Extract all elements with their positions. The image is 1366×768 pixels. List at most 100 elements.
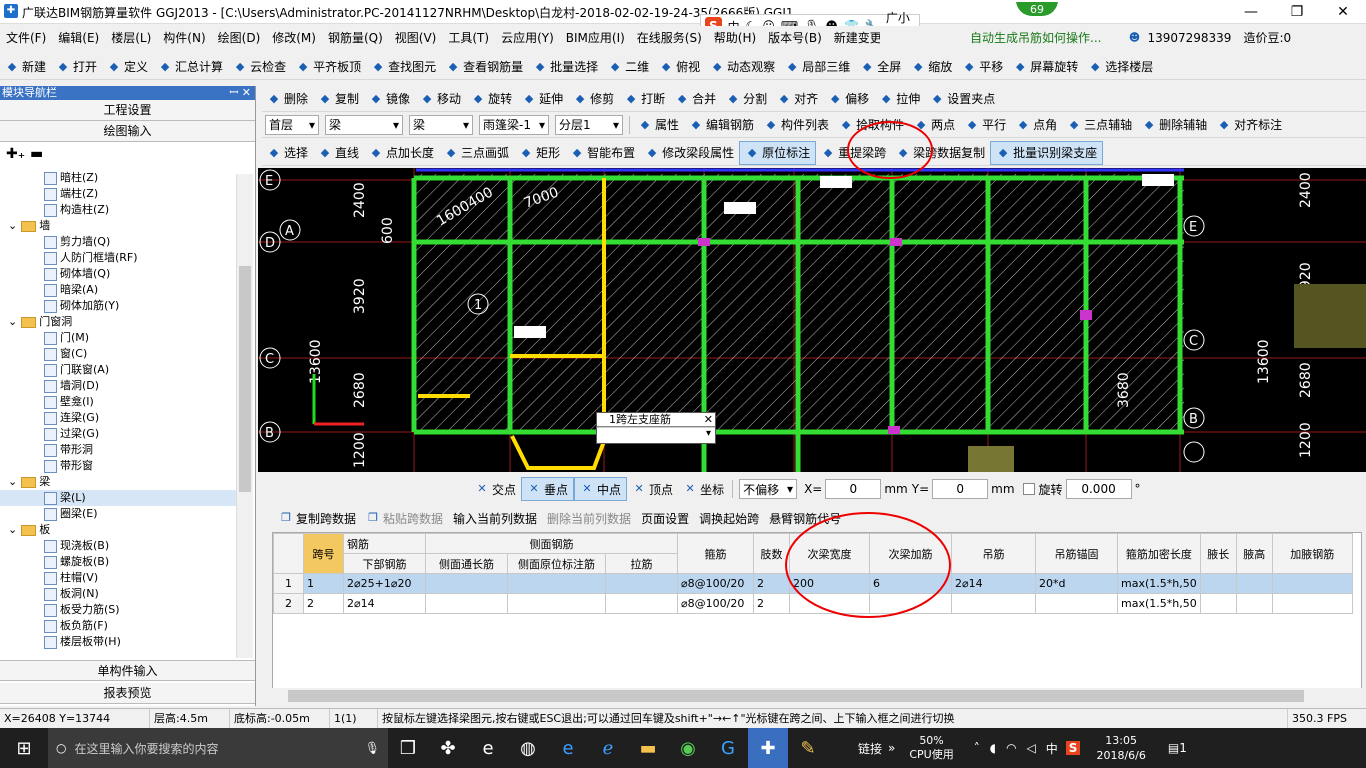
tree-item[interactable]: 螺旋板(B): [0, 554, 236, 570]
table-cell-add[interactable]: [869, 593, 952, 614]
menu-item[interactable]: 构件(N): [157, 26, 211, 50]
tree-folder[interactable]: ⌄ 梁: [0, 474, 236, 490]
tb-main-button-7[interactable]: ◆ 查看钢筋量: [441, 55, 528, 79]
g-app-icon[interactable]: G: [708, 728, 748, 768]
scroll-thumb[interactable]: [239, 266, 251, 492]
menu-beans[interactable]: 造价豆:0: [1237, 26, 1297, 50]
tb-edit-button-7[interactable]: ◆ 打断: [619, 87, 670, 111]
table-cell-add[interactable]: 6: [869, 573, 952, 594]
table-cell-bottom[interactable]: 2⌀14: [343, 593, 426, 614]
menu-item[interactable]: 新建变更: [828, 26, 880, 50]
tree-item[interactable]: 门联窗(A): [0, 362, 236, 378]
table-cell-span[interactable]: 2: [303, 593, 344, 614]
table-cell-yr[interactable]: [1271, 573, 1353, 594]
tb-main-button-12[interactable]: ◆ 局部三维: [780, 55, 855, 79]
tb-edit-button-5[interactable]: ◆ 延伸: [517, 87, 568, 111]
nav-drawing-input[interactable]: 绘图输入: [0, 121, 255, 142]
header-cell[interactable]: 腋高: [1235, 533, 1273, 574]
tb-edit-button-11[interactable]: ◆ 偏移: [823, 87, 874, 111]
tb-comp-button-6[interactable]: ◆ 点角: [1011, 113, 1062, 137]
header-cell[interactable]: 次梁加筋: [869, 533, 952, 574]
tb-draw-button-0[interactable]: ◆ 选择: [262, 141, 313, 165]
popup-input[interactable]: ▾: [597, 427, 715, 443]
table-cell-tie[interactable]: [605, 593, 678, 614]
menu-item[interactable]: 版本号(B): [762, 26, 828, 50]
maximize-button[interactable]: ❐: [1274, 0, 1320, 24]
ie-blue-icon[interactable]: ℯ: [588, 728, 628, 768]
table-cell-legs[interactable]: 2: [753, 573, 790, 594]
tb-main-button-11[interactable]: ◆ 动态观察: [705, 55, 780, 79]
bottom-button-4[interactable]: 页面设置: [636, 506, 694, 530]
clock[interactable]: 13:05 2018/6/6: [1096, 733, 1145, 763]
table-cell-s2[interactable]: [507, 593, 606, 614]
table-cell-anchor[interactable]: 20*d: [1035, 573, 1118, 594]
menu-item[interactable]: 文件(F): [0, 26, 52, 50]
chevron-up-icon[interactable]: ˄: [974, 741, 980, 755]
tree-folder[interactable]: ⌄ 板: [0, 522, 236, 538]
header-cell[interactable]: 肢数: [753, 533, 790, 574]
expand-collapse-icons[interactable]: ✚₊ ▬: [0, 142, 255, 168]
tb-main-button-2[interactable]: ◆ 定义: [102, 55, 153, 79]
tb-draw-button-10[interactable]: ◆ 批量识别梁支座: [990, 140, 1104, 165]
windows-start-icon[interactable]: ⊞: [0, 728, 48, 768]
tree-item[interactable]: 现浇板(B): [0, 538, 236, 554]
tree-item[interactable]: 带形洞: [0, 442, 236, 458]
sogou-tray-icon[interactable]: S: [1065, 741, 1081, 755]
tb-comp-button-5[interactable]: ◆ 平行: [960, 113, 1011, 137]
pin-icon[interactable]: ꟷ ✕: [229, 86, 255, 100]
table-cell-yl[interactable]: [1199, 573, 1237, 594]
header-cell[interactable]: 加腋钢筋: [1271, 533, 1353, 574]
table-cell-span[interactable]: 1: [303, 573, 344, 594]
bottom-button-3[interactable]: 删除当前列数据: [542, 506, 636, 530]
table-cell-w[interactable]: [789, 593, 870, 614]
snap-button-0[interactable]: ✕ 交点: [470, 477, 521, 501]
tb-edit-button-9[interactable]: ◆ 分割: [721, 87, 772, 111]
table-cell-w[interactable]: 200: [789, 573, 870, 594]
tb-main-button-8[interactable]: ◆ 批量选择: [528, 55, 603, 79]
tb-draw-button-8[interactable]: ◆ 重提梁跨: [816, 141, 891, 165]
folder-icon[interactable]: ▬: [628, 728, 668, 768]
notes-app-icon[interactable]: ✎: [788, 728, 828, 768]
tree-item[interactable]: 砌体墙(Q): [0, 266, 236, 282]
tb-edit-button-3[interactable]: ◆ 移动: [415, 87, 466, 111]
tree-item[interactable]: 门(M): [0, 330, 236, 346]
table-cell-bottom[interactable]: 2⌀25+1⌀20: [343, 573, 426, 594]
tree-item[interactable]: 端柱(Z): [0, 186, 236, 202]
tree-item[interactable]: 楼层板带(H): [0, 634, 236, 650]
table-cell-hang[interactable]: [951, 593, 1036, 614]
green-app-icon[interactable]: ◉: [668, 728, 708, 768]
minimize-button[interactable]: —: [1228, 0, 1274, 24]
header-cell[interactable]: 拉筋: [605, 553, 678, 574]
menu-tip[interactable]: 自动生成吊筋如何操作...: [964, 26, 1107, 50]
tb-comp-button-4[interactable]: ◆ 两点: [909, 113, 960, 137]
table-cell-anchor[interactable]: [1035, 593, 1118, 614]
floor-select[interactable]: 首层 ▾: [265, 114, 319, 135]
tb-main-button-16[interactable]: ◆ 屏幕旋转: [1008, 55, 1083, 79]
header-cell[interactable]: 箍筋: [677, 533, 754, 574]
tree-item[interactable]: 过梁(G): [0, 426, 236, 442]
table-cell-stirrup[interactable]: ⌀8@100/20: [677, 573, 754, 594]
tb-main-button-9[interactable]: ◆ 二维: [603, 55, 654, 79]
header-cell[interactable]: 侧面原位标注筋: [507, 553, 606, 574]
tb-main-button-17[interactable]: ◆ 选择楼层: [1083, 55, 1158, 79]
snap-button-1[interactable]: ✕ 垂点: [521, 477, 575, 501]
task-view-icon[interactable]: ❒: [388, 728, 428, 768]
tb-edit-button-8[interactable]: ◆ 合并: [670, 87, 721, 111]
collapse-icon[interactable]: ⌄: [8, 218, 17, 234]
tree-item[interactable]: 窗(C): [0, 346, 236, 362]
tb-draw-button-6[interactable]: ◆ 修改梁段属性: [640, 141, 739, 165]
tb-main-button-0[interactable]: ◆ 新建: [0, 55, 51, 79]
tb-comp-button-9[interactable]: ◆ 对齐标注: [1212, 113, 1287, 137]
table-cell-legs[interactable]: 2: [753, 593, 790, 614]
table-cell-s2[interactable]: [507, 573, 606, 594]
snap-button-3[interactable]: ✕ 顶点: [627, 477, 678, 501]
tree-item[interactable]: 梁(L): [0, 490, 236, 506]
nav-project-settings[interactable]: 工程设置: [0, 100, 255, 121]
menu-item[interactable]: 工具(T): [442, 26, 495, 50]
table-cell-dense[interactable]: max(1.5*h,50: [1117, 593, 1201, 614]
tree-item[interactable]: 暗梁(A): [0, 282, 236, 298]
header-cell[interactable]: 下部钢筋: [343, 553, 426, 574]
menu-item[interactable]: 楼层(L): [105, 26, 157, 50]
table-row[interactable]: 2 2 2⌀14 ⌀8@100/20 2 max(1.5*h,50: [273, 593, 1353, 614]
layer-select[interactable]: 分层1 ▾: [555, 114, 623, 135]
